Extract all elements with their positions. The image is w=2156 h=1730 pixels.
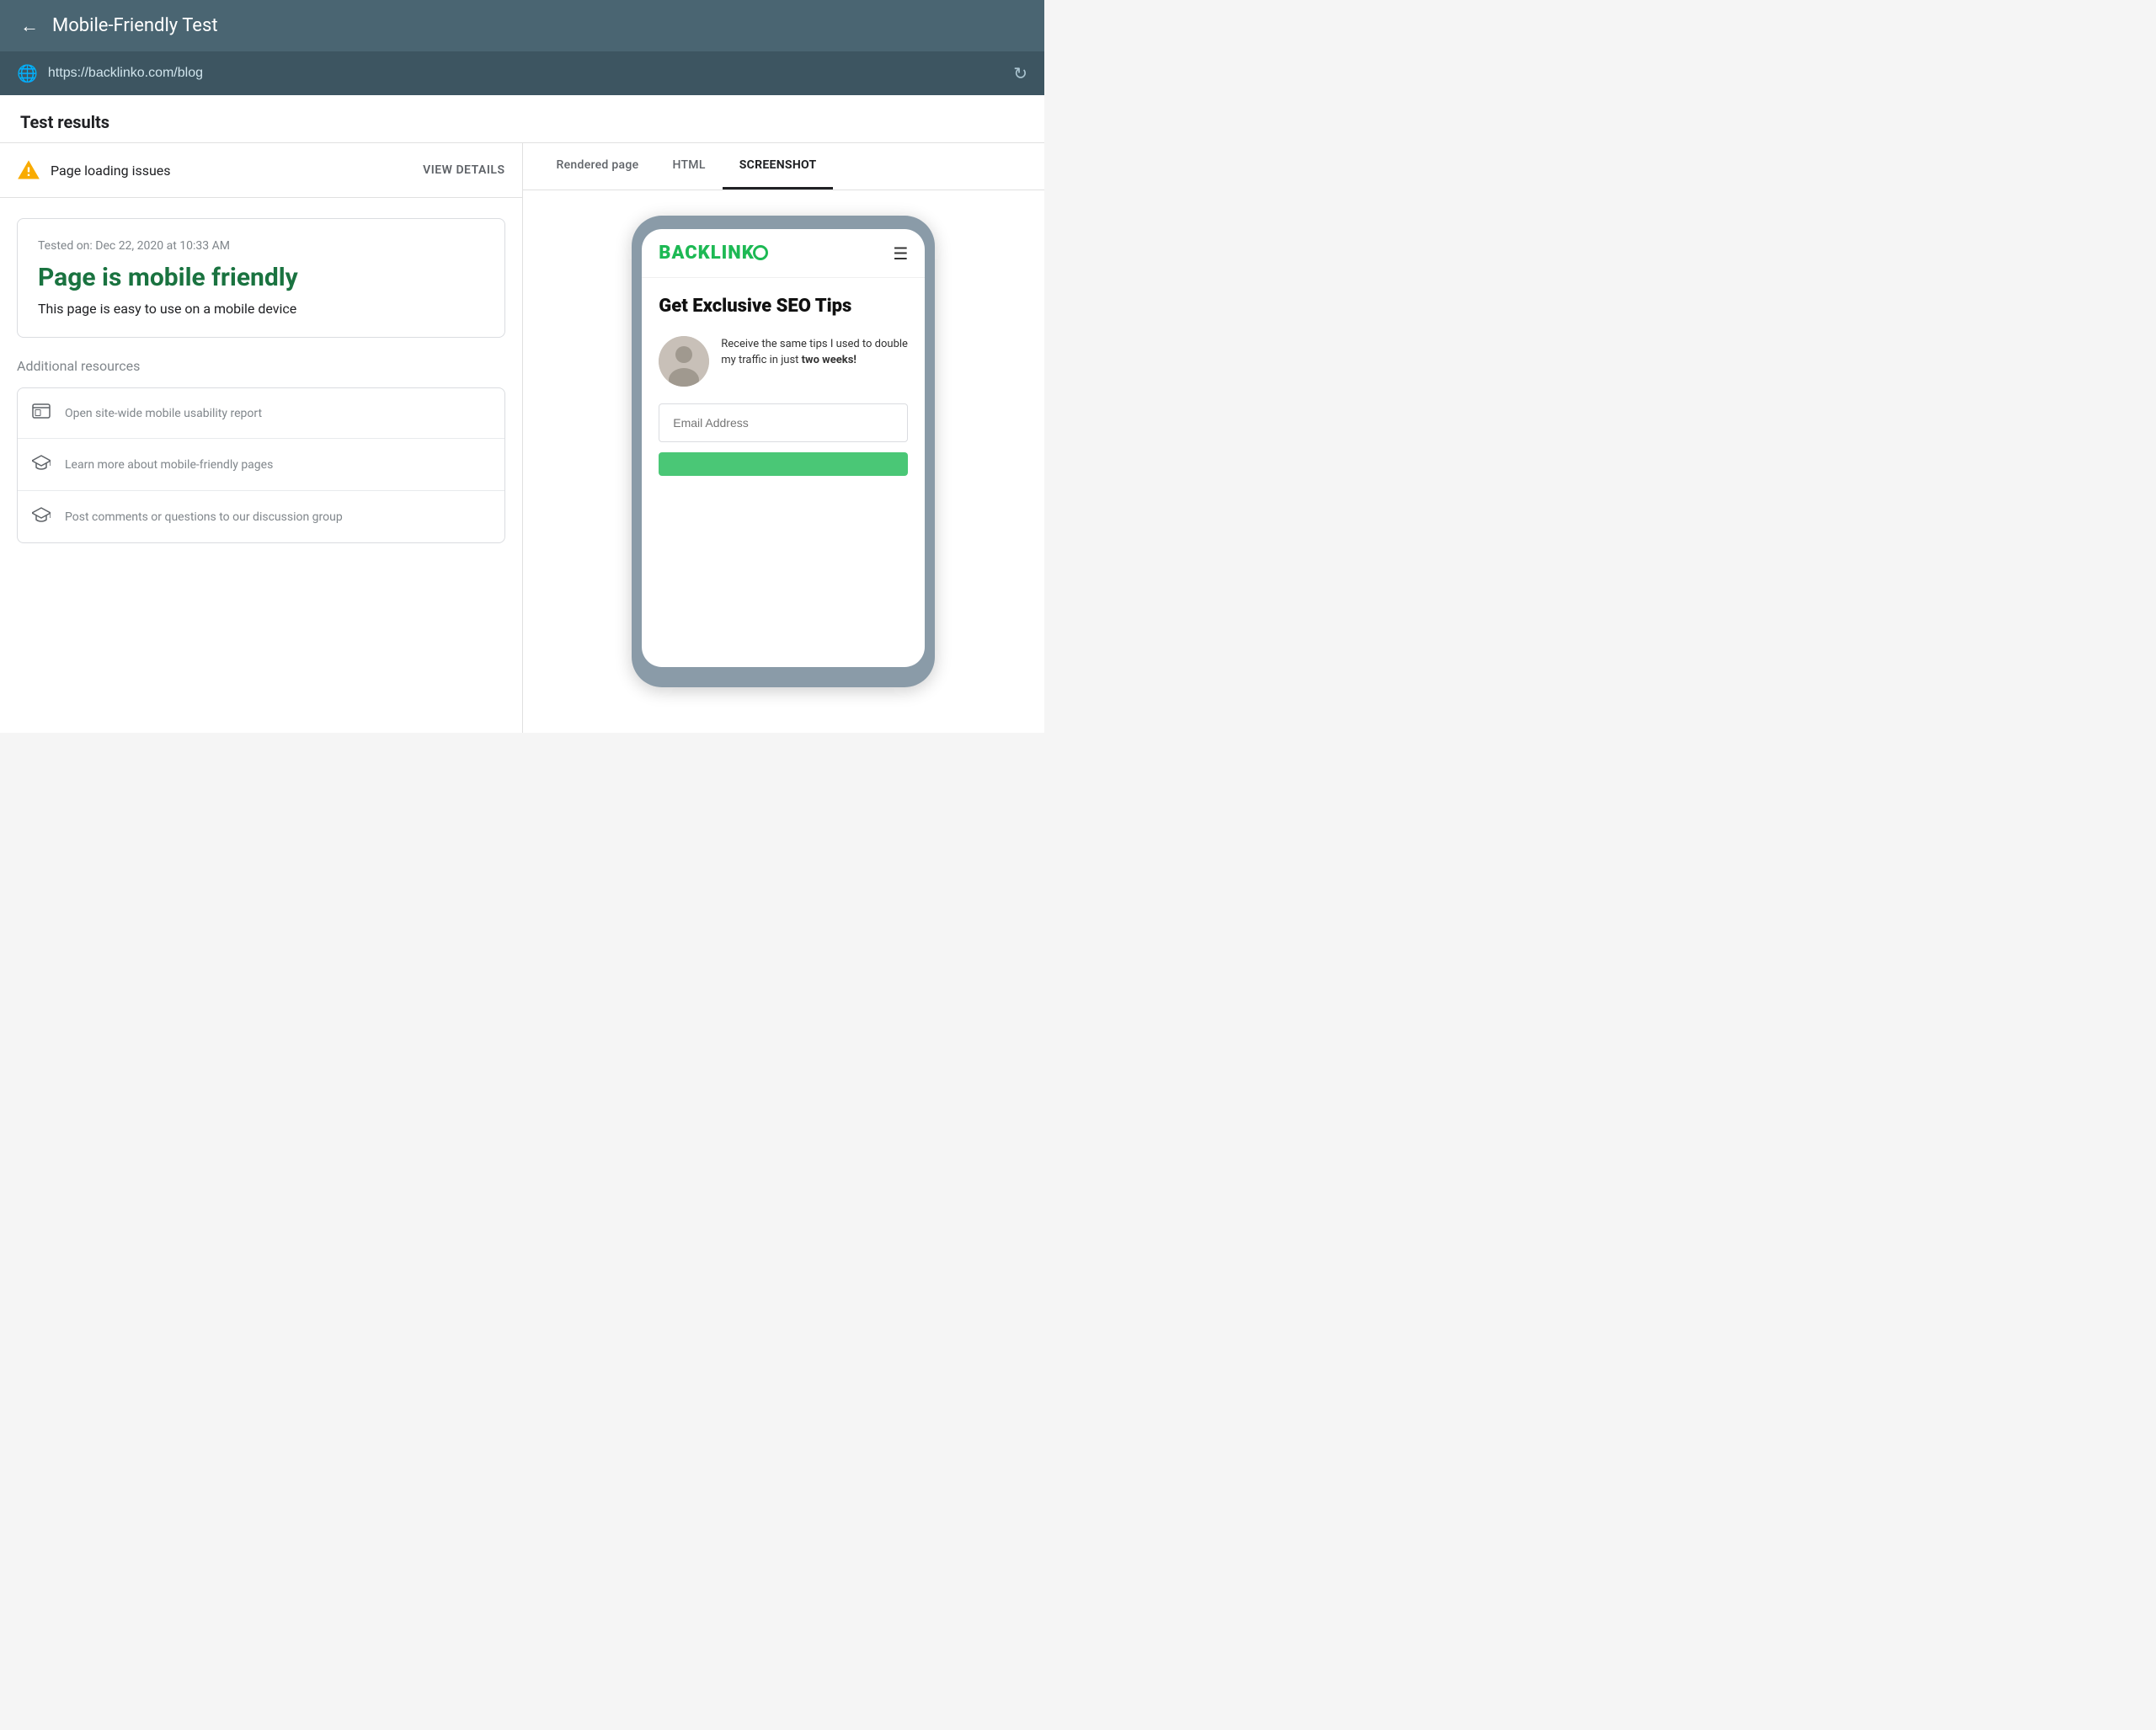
- avatar: [659, 336, 709, 387]
- backlinko-logo: BACKLINK: [659, 243, 768, 264]
- mobile-content: Get Exclusive SEO Tips: [642, 278, 925, 493]
- issues-bar: Page loading issues VIEW DETAILS: [0, 143, 522, 198]
- browser-icon: [31, 403, 51, 423]
- opt-in-text: Receive the same tips I used to double m…: [721, 336, 908, 369]
- test-results-header: Test results: [0, 95, 1044, 143]
- mobile-screen: BACKLINK ☰ Get Exclusive SEO Tips: [642, 229, 925, 667]
- url-bar: 🌐 ↻: [0, 51, 1044, 95]
- additional-resources: Additional resources Open site-wide mobi…: [17, 358, 505, 543]
- mobile-headline: Get Exclusive SEO Tips: [659, 295, 908, 319]
- mobile-device: BACKLINK ☰ Get Exclusive SEO Tips: [632, 216, 935, 687]
- issues-text: Page loading issues: [51, 163, 413, 179]
- back-button[interactable]: ←: [20, 17, 39, 35]
- list-item[interactable]: Post comments or questions to our discus…: [18, 491, 504, 542]
- tab-html[interactable]: HTML: [655, 143, 722, 190]
- graduation-icon-1: [31, 454, 51, 475]
- additional-resources-title: Additional resources: [17, 358, 505, 374]
- opt-in-row: Receive the same tips I used to double m…: [659, 336, 908, 387]
- result-card: Tested on: Dec 22, 2020 at 10:33 AM Page…: [17, 218, 505, 338]
- mobile-preview-container: BACKLINK ☰ Get Exclusive SEO Tips: [523, 190, 1045, 713]
- test-results-title: Test results: [20, 112, 109, 132]
- resources-card: Open site-wide mobile usability report L…: [17, 387, 505, 543]
- cta-button[interactable]: [659, 452, 908, 476]
- tested-on-text: Tested on: Dec 22, 2020 at 10:33 AM: [38, 239, 484, 253]
- mobile-nav: BACKLINK ☰: [642, 229, 925, 278]
- tab-rendered-page[interactable]: Rendered page: [540, 143, 656, 190]
- resource-text-3: Post comments or questions to our discus…: [65, 510, 343, 524]
- app-header: ← Mobile-Friendly Test: [0, 0, 1044, 51]
- url-input[interactable]: [48, 66, 1003, 81]
- view-details-link[interactable]: VIEW DETAILS: [423, 163, 504, 177]
- graduation-icon-2: [31, 506, 51, 527]
- warning-icon: [17, 158, 40, 182]
- email-input[interactable]: [659, 403, 908, 442]
- tab-bar: Rendered page HTML SCREENSHOT: [523, 143, 1045, 190]
- hamburger-icon: ☰: [893, 245, 908, 262]
- list-item[interactable]: Open site-wide mobile usability report: [18, 388, 504, 439]
- refresh-icon[interactable]: ↻: [1013, 63, 1027, 83]
- page-title: Mobile-Friendly Test: [52, 15, 218, 36]
- logo-o-icon: [753, 245, 768, 260]
- list-item[interactable]: Learn more about mobile-friendly pages: [18, 439, 504, 491]
- mobile-friendly-result: Page is mobile friendly: [38, 263, 484, 292]
- right-panel: Rendered page HTML SCREENSHOT BACKLINK ☰: [523, 143, 1045, 733]
- resource-text-1: Open site-wide mobile usability report: [65, 407, 262, 420]
- main-content: Page loading issues VIEW DETAILS Tested …: [0, 143, 1044, 733]
- resource-text-2: Learn more about mobile-friendly pages: [65, 458, 273, 472]
- result-description: This page is easy to use on a mobile dev…: [38, 301, 484, 317]
- tab-screenshot[interactable]: SCREENSHOT: [723, 143, 834, 190]
- left-panel: Page loading issues VIEW DETAILS Tested …: [0, 143, 523, 733]
- globe-icon: 🌐: [17, 63, 38, 83]
